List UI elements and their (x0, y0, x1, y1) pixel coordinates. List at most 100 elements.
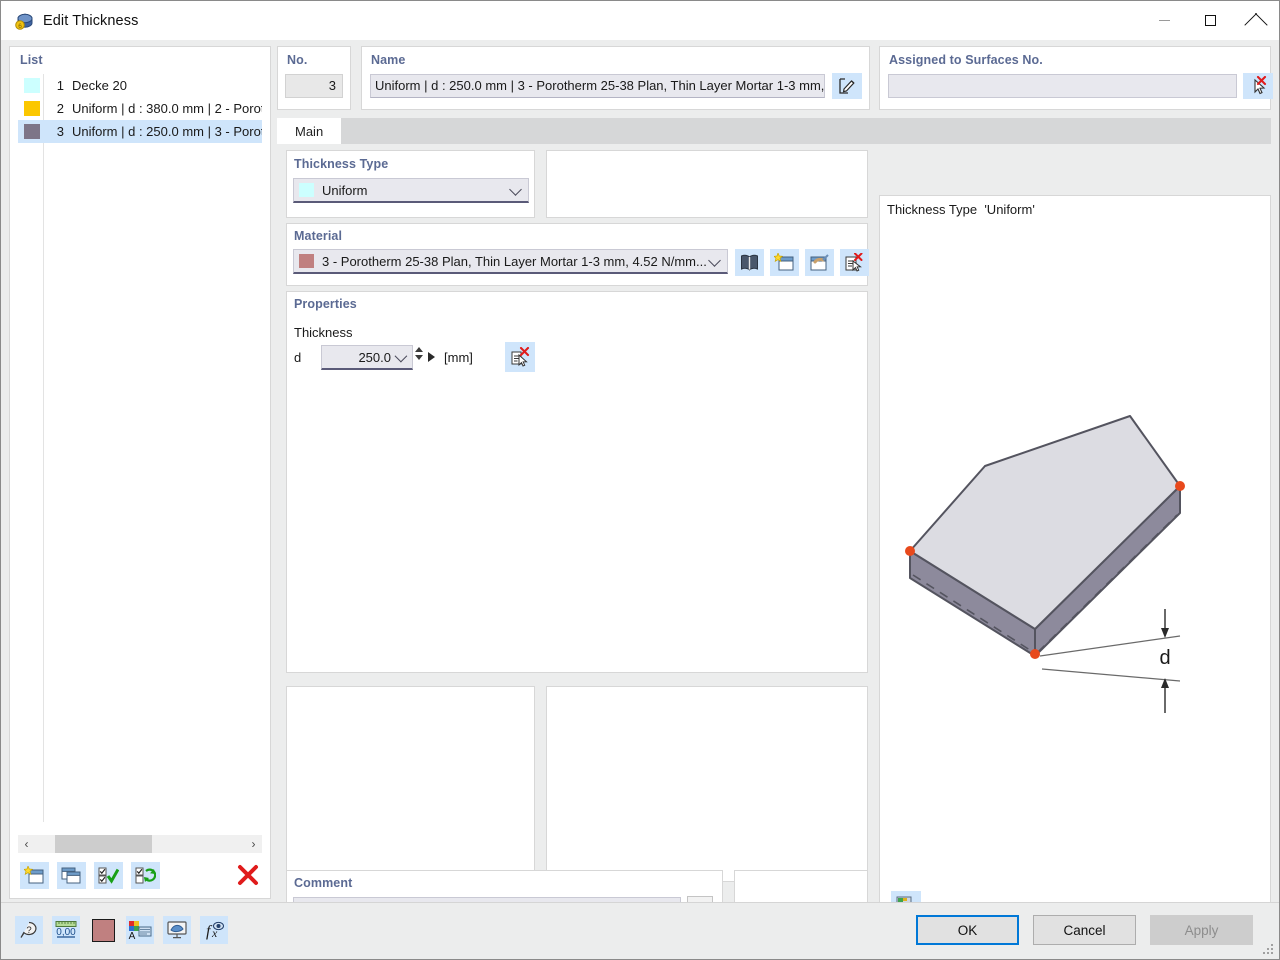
lower-right-blank-panel (546, 686, 868, 882)
formula-button[interactable]: f x (200, 916, 228, 944)
tab-main[interactable]: Main (277, 118, 342, 144)
slab-node (1030, 649, 1040, 659)
copy-thickness-button[interactable] (57, 861, 86, 889)
material-value: 3 - Porotherm 25-38 Plan, Thin Layer Mor… (322, 253, 707, 269)
list-horizontal-scrollbar[interactable]: ‹ › (18, 835, 262, 853)
name-panel: Name Uniform | d : 250.0 mm | 3 - Poroth… (361, 46, 870, 110)
list-panel: List 1 Decke 20 2 Uniform | d : 380.0 mm… (9, 46, 271, 899)
list-item-color-swatch (24, 124, 40, 139)
material-dropdown[interactable]: 3 - Porotherm 25-38 Plan, Thin Layer Mor… (293, 249, 728, 274)
number-value: 3 (285, 74, 343, 98)
slab-node (1175, 481, 1185, 491)
edit-material-button[interactable] (805, 249, 834, 276)
minimize-button[interactable] (1141, 1, 1187, 40)
title-bar: 6 Edit Thickness (1, 1, 1279, 40)
preview-title: Thickness Type 'Uniform' (887, 202, 1035, 217)
clear-thickness-button[interactable] (505, 342, 535, 372)
svg-text:0,00: 0,00 (56, 927, 76, 938)
svg-text:A: A (129, 931, 136, 940)
window-controls (1141, 1, 1279, 40)
name-input[interactable]: Uniform | d : 250.0 mm | 3 - Porotherm 2… (370, 74, 825, 98)
thickness-slab-icon: 6 (14, 11, 34, 31)
number-label: No. (287, 53, 308, 67)
dialog-action-buttons: OK Cancel Apply (916, 915, 1253, 945)
dialog-body: List 1 Decke 20 2 Uniform | d : 380.0 mm… (1, 40, 1279, 928)
chevron-down-icon (708, 254, 721, 267)
slab-node (905, 546, 915, 556)
window-title: Edit Thickness (43, 12, 139, 29)
thickness-stepper[interactable] (415, 347, 423, 360)
svg-text:6: 6 (18, 23, 22, 30)
pick-surfaces-button[interactable] (1243, 73, 1273, 99)
material-panel: Material 3 - Porotherm 25-38 Plan, Thin … (286, 223, 869, 286)
chevron-down-icon (509, 183, 522, 196)
scrollbar-track[interactable] (35, 835, 245, 853)
number-panel: No. 3 (277, 46, 351, 110)
stepper-up-icon[interactable] (415, 347, 423, 352)
dimension-extension-line (1041, 668, 1181, 682)
list-item-number: 2 (56, 101, 64, 116)
select-all-button[interactable] (94, 861, 123, 889)
new-material-button[interactable] (770, 249, 799, 276)
invert-selection-button[interactable] (131, 861, 160, 889)
close-button[interactable] (1233, 1, 1279, 40)
thickness-type-value: Uniform (322, 182, 368, 198)
material-info-button[interactable] (840, 249, 869, 276)
material-buttons (735, 249, 869, 276)
apply-value-arrow-icon[interactable] (428, 352, 435, 362)
units-button[interactable]: 0,00 (52, 916, 80, 944)
resize-grip[interactable] (1263, 944, 1274, 955)
dimension-arrow-down (1161, 628, 1169, 638)
list-item-color-swatch (24, 78, 40, 93)
color-swatch-icon (91, 918, 115, 942)
list-item-number: 3 (56, 124, 64, 139)
help-button[interactable]: ? (15, 916, 43, 944)
assigned-surfaces-label: Assigned to Surfaces No. (889, 53, 1043, 67)
ok-button[interactable]: OK (916, 915, 1019, 945)
list-item-label: Uniform | d : 250.0 mm | 3 - Porothe (72, 124, 262, 139)
scrollbar-thumb[interactable] (55, 835, 152, 853)
preview-panel: Thickness Type 'Uniform' d (879, 195, 1271, 928)
thickness-type-label: Thickness Type (294, 157, 389, 171)
material-library-button[interactable] (735, 249, 764, 276)
edit-thickness-dialog: 6 Edit Thickness List 1 Decke 20 2 Unifo… (0, 0, 1280, 960)
material-color-swatch (299, 254, 314, 268)
display-properties-button[interactable]: A (126, 916, 154, 944)
dimension-label: d (1159, 647, 1170, 669)
edit-name-button[interactable] (832, 73, 862, 99)
thickness-unit: [mm] (444, 350, 473, 365)
assigned-surfaces-panel: Assigned to Surfaces No. (879, 46, 1273, 110)
thickness-symbol: d (294, 350, 302, 365)
delete-thickness-button[interactable] (233, 862, 262, 889)
thickness-input[interactable]: 250.0 (321, 345, 413, 370)
properties-label: Properties (294, 297, 357, 311)
list-item-selected[interactable]: 3 Uniform | d : 250.0 mm | 3 - Porothe (18, 120, 262, 143)
stepper-down-icon[interactable] (415, 355, 423, 360)
thickness-type-color-swatch (299, 183, 314, 197)
thickness-type-dropdown[interactable]: Uniform (293, 178, 529, 203)
tab-strip: Main (277, 118, 1271, 144)
maximize-button[interactable] (1187, 1, 1233, 40)
list-item[interactable]: 1 Decke 20 (18, 74, 262, 97)
scroll-left-icon[interactable]: ‹ (18, 835, 35, 853)
list-item[interactable]: 2 Uniform | d : 380.0 mm | 2 - Porothe (18, 97, 262, 120)
thickness-type-side-panel (546, 150, 868, 218)
name-label: Name (371, 53, 406, 67)
maximize-icon (1204, 15, 1216, 26)
svg-text:?: ? (26, 925, 31, 936)
visual-button[interactable] (163, 916, 191, 944)
color-button[interactable] (89, 916, 117, 944)
material-label: Material (294, 229, 343, 243)
apply-button: Apply (1150, 915, 1253, 945)
cancel-button[interactable]: Cancel (1033, 915, 1136, 945)
new-thickness-button[interactable] (20, 861, 49, 889)
thickness-sublabel: Thickness (294, 325, 353, 340)
scroll-right-icon[interactable]: › (245, 835, 262, 853)
comment-label: Comment (294, 876, 353, 890)
dialog-footer: ? 0,00 A f x OK Cancel Apply (1, 902, 1279, 959)
thickness-type-panel: Thickness Type Uniform (286, 150, 535, 218)
slab-3d-diagram: d (905, 415, 1185, 713)
chevron-down-icon[interactable] (394, 349, 408, 362)
assigned-surfaces-input[interactable] (888, 74, 1237, 98)
list-label: List (20, 53, 43, 67)
